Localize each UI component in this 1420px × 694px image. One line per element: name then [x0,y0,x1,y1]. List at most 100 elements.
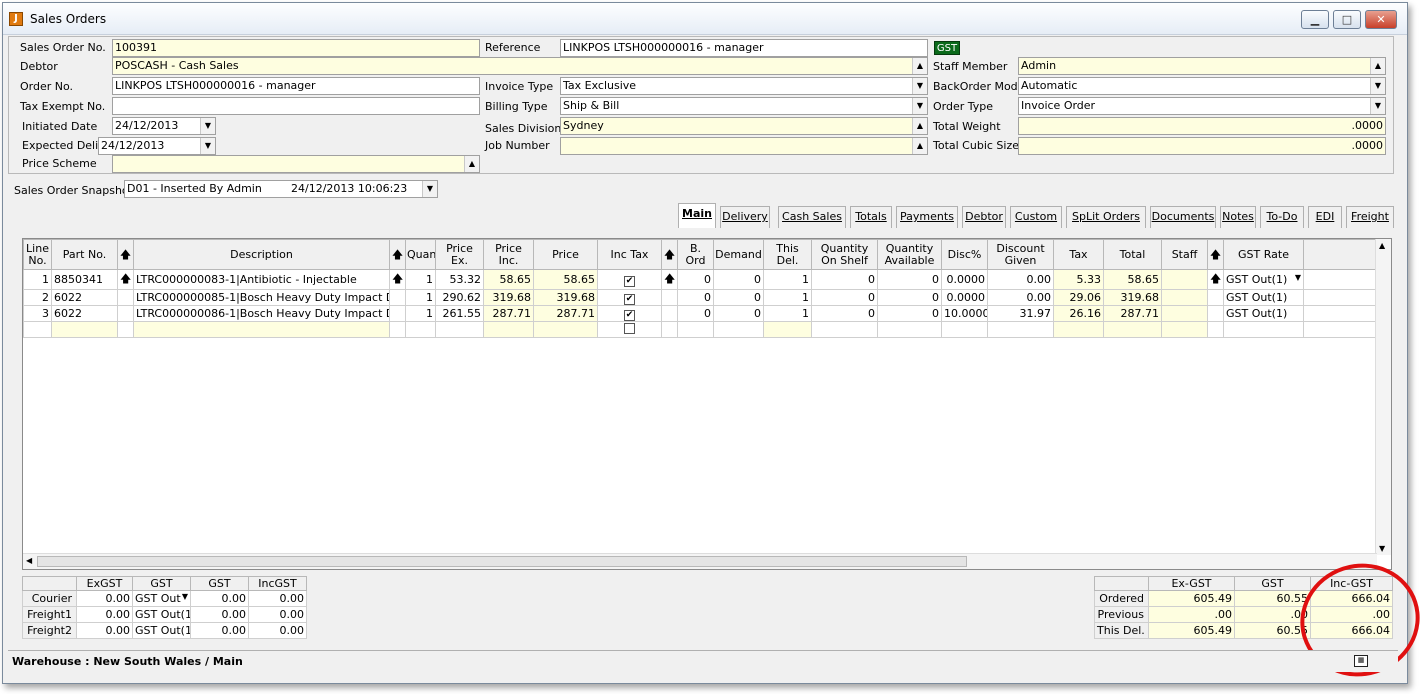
cell-inc-tax-lookup[interactable]: 🡅 [661,269,678,290]
cell-part-no[interactable]: 6022 [51,289,118,306]
order-no-field[interactable]: LINKPOS LTSH000000016 - manager [112,77,480,95]
total-weight-field[interactable]: .0000 [1018,117,1386,135]
cell-staff[interactable] [1161,289,1208,306]
cell-empty[interactable] [51,321,118,338]
cell-demand[interactable]: 0 [713,305,764,322]
col-demand[interactable]: Demand [713,239,764,270]
col-price[interactable]: Price [533,239,598,270]
table-row[interactable]: 1 8850341 🡅 LTRC000000083-1|Antibiotic - In… [23,269,1388,290]
grid-vertical-scrollbar[interactable]: ▲ ▼ [1375,239,1391,555]
freight-row[interactable]: Freight1 0.00 GST Out(1) 0.00 0.00 [22,606,307,623]
scroll-up-icon[interactable]: ▲ [1379,241,1385,250]
tab-custom[interactable]: Custom [1010,206,1062,228]
col-quantity-available[interactable]: Quantity Available [877,239,942,270]
cell-quantity[interactable]: 1 [405,289,436,306]
tab-main[interactable]: Main [678,203,716,228]
minimize-button[interactable]: ▁ [1301,10,1329,29]
col-discount-given[interactable]: Discount Given [987,239,1054,270]
arrow-up-icon[interactable]: 🡅 [120,272,131,285]
cell-description[interactable]: LTRC000000086-1|Bosch Heavy Duty Impact … [133,305,390,322]
cell-b-ord[interactable]: 0 [677,269,714,290]
cell-empty[interactable] [533,321,598,338]
cell-price-inc[interactable]: 319.68 [483,289,534,306]
cell-part-lookup[interactable] [117,305,134,322]
cell-empty[interactable] [1053,321,1104,338]
cell-inc-tax[interactable]: ✔ [597,269,662,290]
freight-gst-rate[interactable]: GST Out ▼ [132,590,191,607]
cell-demand[interactable]: 0 [713,289,764,306]
tab-delivery[interactable]: Delivery [720,206,770,228]
cell-price-ex[interactable]: 261.55 [435,305,484,322]
cell-empty[interactable] [389,321,406,338]
staff-member-field[interactable]: Admin ▲ [1018,57,1386,75]
inc-tax-checkbox[interactable]: ✔ [624,309,635,321]
cell-price-ex[interactable]: 53.32 [435,269,484,290]
col-inc-tax[interactable]: Inc Tax [597,239,662,270]
cell-discount-given[interactable]: 0.00 [987,289,1054,306]
cell-b-ord[interactable]: 0 [677,305,714,322]
freight-gst-rate[interactable]: GST Out(1) [132,606,191,623]
cell-price-inc[interactable]: 287.71 [483,305,534,322]
debtor-field[interactable]: POSCASH - Cash Sales ▲ [112,57,928,75]
cell-empty[interactable] [23,321,52,338]
cell-empty[interactable] [661,321,678,338]
price-scheme-field[interactable]: ▲ [112,155,480,173]
cell-empty[interactable] [1103,321,1162,338]
table-row[interactable]: 3 6022 LTRC000000086-1|Bosch Heavy Duty Im… [23,305,1388,322]
chevron-down-icon[interactable]: ▼ [1370,78,1385,94]
col-description[interactable]: Description [133,239,390,270]
cell-inc-tax[interactable]: ✔ [597,289,662,306]
calculator-icon[interactable]: ▦ [1354,655,1368,667]
inc-tax-checkbox[interactable]: ✔ [624,275,635,287]
cell-staff[interactable] [1161,269,1208,290]
cell-quantity[interactable]: 1 [405,269,436,290]
chevron-down-icon[interactable]: ▼ [200,138,215,154]
col-quantity-on-shelf[interactable]: Quantity On Shelf [811,239,878,270]
scroll-left-icon[interactable]: ◀ [26,556,32,565]
cell-empty[interactable] [117,321,134,338]
invoice-type-select[interactable]: Tax Exclusive ▼ [560,77,928,95]
cell-gst-rate[interactable]: GST Out(1) [1223,289,1304,306]
cell-part-lookup[interactable]: 🡅 [117,269,134,290]
cell-empty[interactable] [811,321,878,338]
initiated-date-field[interactable]: 24/12/2013 ▼ [112,117,216,135]
chevron-down-icon[interactable]: ▼ [182,592,188,601]
tax-exempt-no-field[interactable] [112,97,480,115]
scroll-up-icon[interactable]: ▲ [1370,58,1385,74]
cell-empty[interactable] [763,321,812,338]
chevron-down-icon[interactable]: ▼ [1370,98,1385,114]
cell-part-no[interactable]: 8850341 [51,269,118,290]
cell-empty[interactable] [597,321,662,338]
cell-desc-lookup[interactable] [389,305,406,322]
col-part-no[interactable]: Part No. [51,239,118,270]
cell-empty[interactable] [483,321,534,338]
cell-empty[interactable] [133,321,390,338]
sales-division-field[interactable]: Sydney ▲ [560,117,928,135]
chevron-down-icon[interactable]: ▼ [1295,273,1301,282]
arrow-up-icon[interactable]: 🡅 [1210,272,1221,285]
cell-empty[interactable] [405,321,436,338]
cell-empty[interactable] [987,321,1054,338]
freight-exgst[interactable]: 0.00 [76,590,133,607]
cell-discount-given[interactable]: 31.97 [987,305,1054,322]
scroll-up-icon[interactable]: ▲ [912,58,927,74]
cell-empty[interactable] [1161,321,1208,338]
freight-gst-rate[interactable]: GST Out(1) [132,622,191,639]
cell-part-no[interactable]: 6022 [51,305,118,322]
cell-quantity[interactable]: 1 [405,305,436,322]
cell-empty[interactable] [941,321,988,338]
cell-price[interactable]: 58.65 [533,269,598,290]
chevron-down-icon[interactable]: ▼ [912,78,927,94]
cell-this-del[interactable]: 1 [763,305,812,322]
cell-empty[interactable] [877,321,942,338]
chevron-down-icon[interactable]: ▼ [422,181,437,197]
backorder-mode-select[interactable]: Automatic ▼ [1018,77,1386,95]
freight-row[interactable]: Freight2 0.00 GST Out(1) 0.00 0.00 [22,622,307,639]
expected-delivery-field[interactable]: 24/12/2013 ▼ [98,137,216,155]
cell-inc-tax-lookup[interactable] [661,289,678,306]
cell-empty[interactable] [1223,321,1304,338]
col-b-ord[interactable]: B. Ord [677,239,714,270]
tab-edi[interactable]: EDI [1308,206,1342,228]
maximize-button[interactable]: □ [1333,10,1361,29]
tab-totals[interactable]: Totals [850,206,892,228]
